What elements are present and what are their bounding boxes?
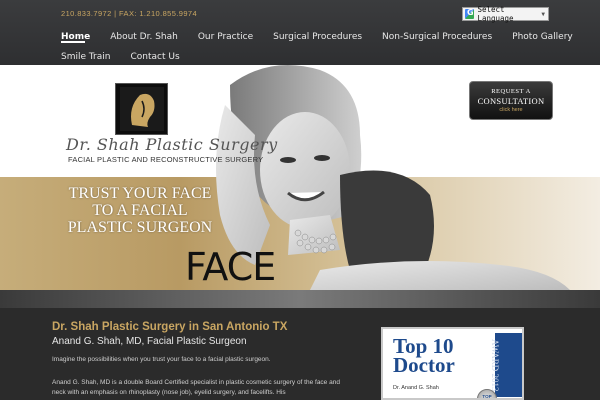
logo-subtitle: FACIAL PLASTIC AND RECONSTRUCTIVE SURGER… xyxy=(68,155,264,164)
tagline-line-3: PLASTIC SURGEON xyxy=(67,219,213,236)
hero-bottom-strip xyxy=(0,290,600,308)
language-select-label: Select Language xyxy=(477,5,514,23)
site-header: 210.833.7972 | FAX: 1.210.855.9974 Selec… xyxy=(0,0,600,65)
nav-item-photo-gallery[interactable]: Photo Gallery xyxy=(512,32,573,42)
page-title: Dr. Shah Plastic Surgery in San Antonio … xyxy=(52,321,288,333)
consult-line-3: click here xyxy=(499,107,523,113)
tagline-line-1: TRUST YOUR FACE xyxy=(68,185,212,202)
nav-item-surgical[interactable]: Surgical Procedures xyxy=(273,32,362,42)
nav-item-contact[interactable]: Contact Us xyxy=(130,52,179,62)
body-paragraph: Anand G. Shah, MD is a double Board Cert… xyxy=(52,379,340,396)
logo-emblem xyxy=(115,83,168,135)
active-nav-underline xyxy=(61,41,85,43)
nav-item-about[interactable]: About Dr. Shah xyxy=(110,32,178,42)
logo-script: Dr. Shah Plastic Surgery xyxy=(66,135,278,154)
google-translate-icon xyxy=(465,8,475,19)
main-content: Dr. Shah Plastic Surgery in San Antonio … xyxy=(0,308,600,400)
hero-tagline: TRUST YOUR FACE TO A FACIAL PLASTIC SURG… xyxy=(55,185,225,236)
award-side-text: AWARD 2013 xyxy=(490,339,500,392)
page-subtitle: Anand G. Shah, MD, Facial Plastic Surgeo… xyxy=(52,336,247,347)
chevron-down-icon: ▼ xyxy=(541,10,545,18)
intro-text: Imagine the possibilities when you trust… xyxy=(52,356,271,363)
top10-doctor-award[interactable]: Top 10 Doctor AWARD 2013 Dr. Anand G. Sh… xyxy=(381,327,524,400)
phone-fax: 210.833.7972 | FAX: 1.210.855.9974 xyxy=(61,9,198,18)
main-nav: Home About Dr. Shah Our Practice Surgica… xyxy=(61,27,573,67)
tagline-line-2: TO A FACIAL xyxy=(92,202,188,219)
award-doctor-name: Dr. Anand G. Shah xyxy=(393,385,439,391)
logo-face-icon xyxy=(119,87,164,131)
nav-item-non-surgical[interactable]: Non-Surgical Procedures xyxy=(382,32,492,42)
face-word: FACE xyxy=(185,245,276,289)
nav-item-our-practice[interactable]: Our Practice xyxy=(198,32,253,42)
consult-line-2: CONSULTATION xyxy=(477,96,545,106)
hero-banner: Dr. Shah Plastic Surgery FACIAL PLASTIC … xyxy=(0,65,600,290)
request-consultation-button[interactable]: REQUEST A CONSULTATION click here xyxy=(469,81,553,120)
award-headline-2: Doctor xyxy=(393,353,455,377)
consult-line-1: REQUEST A xyxy=(491,88,531,95)
nav-item-smile-train[interactable]: Smile Train xyxy=(61,52,110,62)
language-select[interactable]: Select Language ▼ xyxy=(462,5,549,23)
award-headline: Top 10 Doctor xyxy=(393,336,455,377)
